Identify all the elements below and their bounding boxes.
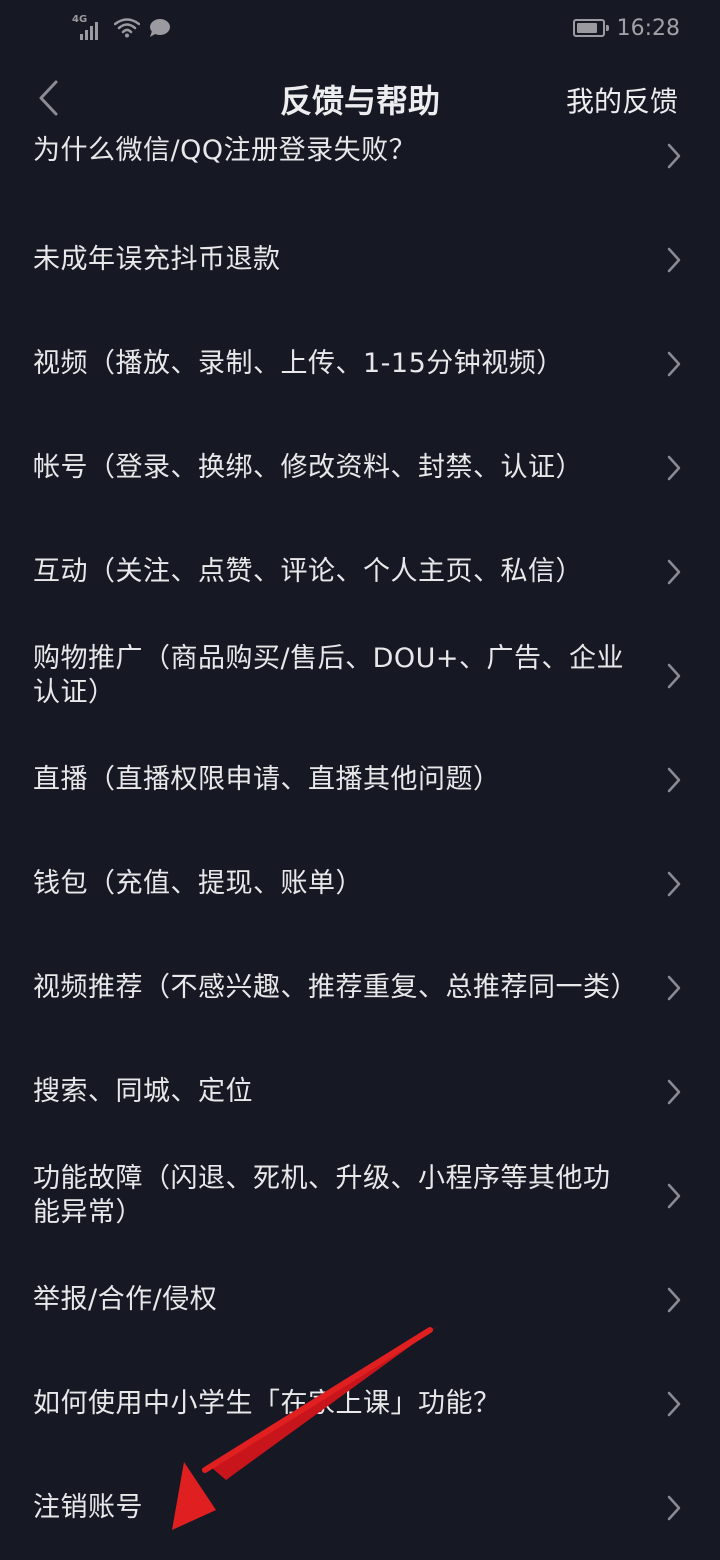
list-item-label: 为什么微信/QQ注册登录失败？ — [33, 135, 417, 166]
help-topic-list: 为什么微信/QQ注册登录失败？ 未成年误充抖币退款 视频（播放、录制、上传、1-… — [0, 104, 720, 1560]
chevron-right-icon — [667, 455, 681, 481]
status-bar: 4G 16:28 — [0, 0, 720, 56]
list-item[interactable]: 注销账号 — [0, 1456, 720, 1560]
message-bubble-icon — [150, 19, 170, 37]
list-item[interactable]: 搜索、同城、定位 — [0, 1040, 720, 1144]
list-item-label: 钱包（充值、提现、账单） — [33, 868, 363, 899]
status-right: 16:28 — [572, 15, 680, 41]
list-item-label: 帐号（登录、换绑、修改资料、封禁、认证） — [33, 452, 583, 483]
chevron-right-icon — [667, 1287, 681, 1313]
help-feedback-screen: 4G 16:28 反馈与帮助 我的反馈 为什么微信/QQ注册登录失败？ 未成年误… — [0, 0, 720, 1560]
list-item[interactable]: 互动（关注、点赞、评论、个人主页、私信） — [0, 520, 720, 624]
chevron-right-icon — [667, 767, 681, 793]
list-item[interactable]: 钱包（充值、提现、账单） — [0, 832, 720, 936]
chevron-right-icon — [667, 351, 681, 377]
battery-icon — [572, 19, 609, 37]
list-item-label: 视频推荐（不感兴趣、推荐重复、总推荐同一类） — [33, 972, 638, 1003]
chevron-right-icon — [667, 143, 681, 169]
chevron-right-icon — [667, 1391, 681, 1417]
chevron-right-icon — [667, 1183, 681, 1209]
list-item[interactable]: 购物推广（商品购买/售后、DOU+、广告、企业认证） — [0, 624, 720, 728]
chevron-right-icon — [667, 247, 681, 273]
list-item-label: 功能故障（闪退、死机、升级、小程序等其他功能异常） — [33, 1163, 611, 1228]
list-item-label: 如何使用中小学生「在家上课」功能？ — [33, 1388, 501, 1419]
list-item-label: 互动（关注、点赞、评论、个人主页、私信） — [33, 556, 583, 587]
list-item-label: 搜索、同城、定位 — [33, 1076, 253, 1107]
list-item-label: 注销账号 — [33, 1492, 143, 1523]
wifi-icon — [114, 18, 140, 38]
list-item[interactable]: 直播（直播权限申请、直播其他问题） — [0, 728, 720, 832]
list-item[interactable]: 未成年误充抖币退款 — [0, 208, 720, 312]
chevron-right-icon — [667, 1079, 681, 1105]
list-item-label: 视频（播放、录制、上传、1-15分钟视频） — [33, 348, 564, 379]
list-item[interactable]: 如何使用中小学生「在家上课」功能？ — [0, 1352, 720, 1456]
list-item[interactable]: 视频（播放、录制、上传、1-15分钟视频） — [0, 312, 720, 416]
list-item-label: 直播（直播权限申请、直播其他问题） — [33, 764, 501, 795]
list-item[interactable]: 为什么微信/QQ注册登录失败？ — [0, 104, 720, 208]
chevron-right-icon — [667, 871, 681, 897]
list-item-label: 举报/合作/侵权 — [33, 1284, 218, 1315]
list-item[interactable]: 功能故障（闪退、死机、升级、小程序等其他功能异常） — [0, 1144, 720, 1248]
chevron-right-icon — [667, 663, 681, 689]
list-item[interactable]: 帐号（登录、换绑、修改资料、封禁、认证） — [0, 416, 720, 520]
status-time: 16:28 — [616, 15, 680, 41]
cellular-signal-icon: 4G — [72, 14, 106, 40]
chevron-right-icon — [667, 559, 681, 585]
list-item[interactable]: 举报/合作/侵权 — [0, 1248, 720, 1352]
list-item[interactable]: 视频推荐（不感兴趣、推荐重复、总推荐同一类） — [0, 936, 720, 1040]
chevron-right-icon — [667, 975, 681, 1001]
chevron-right-icon — [667, 1495, 681, 1521]
list-item-label: 购物推广（商品购买/售后、DOU+、广告、企业认证） — [33, 643, 625, 708]
status-left: 4G — [72, 14, 172, 40]
list-item-label: 未成年误充抖币退款 — [33, 244, 281, 275]
